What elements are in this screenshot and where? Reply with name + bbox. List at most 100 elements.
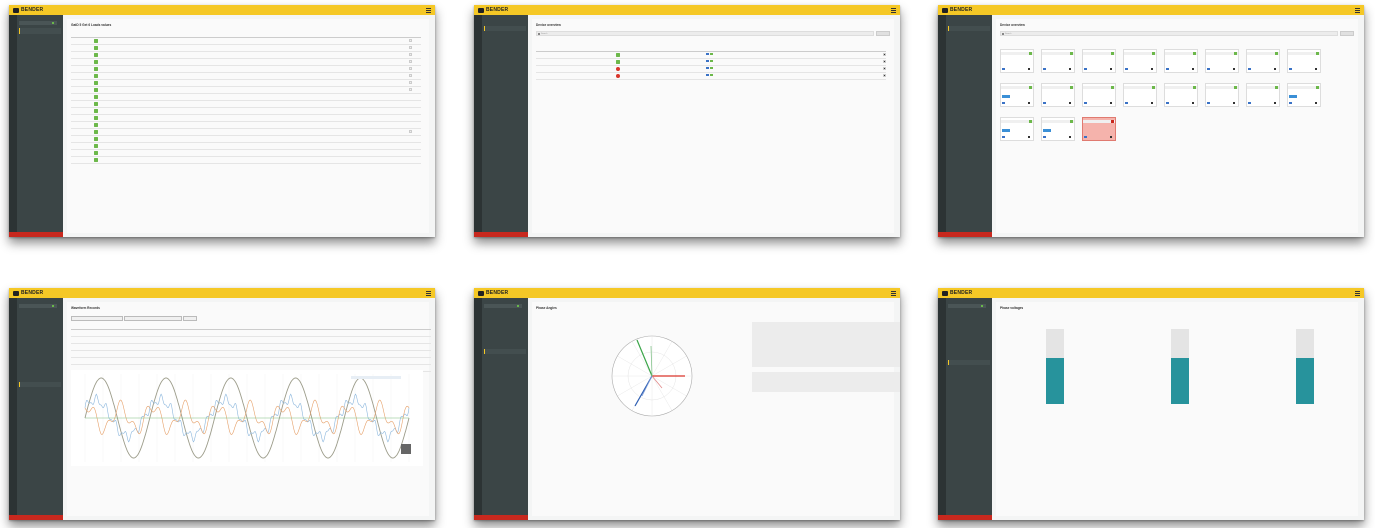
tile-action-icon[interactable] [1069, 136, 1071, 138]
chevron-icon[interactable] [409, 66, 413, 70]
chevron-icon[interactable] [409, 38, 413, 42]
device-selector[interactable] [484, 304, 522, 308]
device-tile[interactable] [1246, 49, 1280, 73]
chevron-icon[interactable] [409, 59, 413, 63]
alarm-bar[interactable] [9, 232, 63, 237]
tile-action-icon[interactable] [1110, 136, 1112, 138]
menu-icon[interactable] [426, 290, 431, 296]
tile-action-icon[interactable] [1110, 102, 1112, 104]
device-tile[interactable] [1205, 83, 1239, 107]
menu-icon[interactable] [891, 290, 896, 296]
sidebar-item[interactable] [948, 398, 990, 404]
waveform-button[interactable] [71, 316, 123, 321]
tile-action-icon[interactable] [1069, 102, 1071, 104]
chevron-icon[interactable] [409, 129, 413, 133]
device-tile[interactable] [1082, 117, 1116, 141]
tile-action-icon[interactable] [1274, 102, 1276, 104]
sidebar-item[interactable] [948, 37, 990, 43]
table-row[interactable] [536, 58, 886, 66]
menu-icon[interactable] [1355, 7, 1360, 13]
chevron-icon[interactable] [409, 73, 413, 77]
more-icon[interactable] [883, 66, 886, 70]
alarm-bar[interactable] [938, 515, 992, 520]
table-row[interactable] [536, 72, 886, 80]
tile-action-icon[interactable] [1192, 102, 1194, 104]
status-indicator [94, 38, 99, 43]
more-icon[interactable] [883, 73, 886, 77]
menu-icon[interactable] [891, 7, 896, 13]
device-tile[interactable] [1287, 83, 1321, 107]
device-tile[interactable] [1041, 49, 1075, 73]
tile-action-icon[interactable] [1151, 102, 1153, 104]
waveform-button[interactable] [124, 316, 182, 321]
tile-action-icon[interactable] [1315, 68, 1317, 70]
sidebar-item[interactable] [19, 393, 61, 399]
alarm-bar[interactable] [9, 515, 63, 520]
tile-action-icon[interactable] [1151, 68, 1153, 70]
menu-icon[interactable] [426, 7, 431, 13]
table-row[interactable] [71, 336, 431, 344]
menu-icon[interactable] [1355, 290, 1360, 296]
table-row[interactable] [536, 51, 886, 59]
status-indicator [94, 143, 99, 148]
device-tile[interactable] [1287, 49, 1321, 73]
tile-action-icon[interactable] [1069, 68, 1071, 70]
device-selector[interactable] [948, 304, 986, 308]
table-row[interactable] [71, 357, 431, 365]
table-row[interactable] [71, 343, 431, 351]
icon-rail [9, 298, 17, 520]
tile-action-icon[interactable] [1110, 68, 1112, 70]
device-selector[interactable] [19, 21, 57, 25]
logo-mark-icon [942, 290, 948, 296]
device-tile[interactable] [1123, 83, 1157, 107]
waveform-button[interactable] [183, 316, 197, 321]
chevron-icon[interactable] [409, 52, 413, 56]
chevron-icon[interactable] [409, 87, 413, 91]
alarm-bar[interactable] [474, 232, 528, 237]
device-selector[interactable] [19, 304, 57, 308]
tile-action-icon[interactable] [1274, 68, 1276, 70]
view-toggle[interactable] [876, 31, 890, 36]
device-tile[interactable] [1205, 49, 1239, 73]
main-panel: Waveform Records [67, 302, 431, 516]
sidebar-item[interactable] [484, 37, 526, 43]
device-tile[interactable] [1164, 49, 1198, 73]
more-icon[interactable] [883, 52, 886, 56]
device-tile[interactable] [1041, 83, 1075, 107]
device-tile[interactable] [1164, 83, 1198, 107]
alarm-bar[interactable] [938, 232, 992, 237]
more-icon[interactable] [883, 59, 886, 63]
main-panel: Device overview Search [532, 19, 894, 233]
chevron-icon[interactable] [409, 45, 413, 49]
table-row[interactable] [536, 65, 886, 73]
device-tile[interactable] [1082, 83, 1116, 107]
device-tile[interactable] [1082, 49, 1116, 73]
device-tile[interactable] [1000, 117, 1034, 141]
table-row[interactable] [71, 329, 431, 337]
tile-action-icon[interactable] [1028, 102, 1030, 104]
tile-action-icon[interactable] [1028, 136, 1030, 138]
tile-action-icon[interactable] [1028, 68, 1030, 70]
device-tile[interactable] [1246, 83, 1280, 107]
search-input[interactable]: Search [1000, 31, 1338, 36]
alarm-bar[interactable] [474, 515, 528, 520]
device-tile[interactable] [1123, 49, 1157, 73]
view-toggle[interactable] [1340, 31, 1354, 36]
tile-action-icon[interactable] [1315, 102, 1317, 104]
sidebar-item[interactable] [19, 50, 61, 56]
chevron-icon[interactable] [409, 80, 413, 84]
sidebar-nav [19, 310, 61, 398]
table-row [71, 149, 421, 157]
table-row[interactable] [71, 350, 431, 358]
device-tile[interactable] [1000, 83, 1034, 107]
tile-action-icon[interactable] [1233, 68, 1235, 70]
device-tile[interactable] [1041, 117, 1075, 141]
sidebar-item[interactable] [484, 382, 526, 388]
device-tile[interactable] [1000, 49, 1034, 73]
tile-action-icon[interactable] [1192, 68, 1194, 70]
status-indicator [94, 101, 99, 106]
tile-action-icon[interactable] [1233, 102, 1235, 104]
tile-tag [1043, 102, 1046, 104]
search-input[interactable]: Search [536, 31, 874, 36]
table-row [71, 156, 421, 164]
